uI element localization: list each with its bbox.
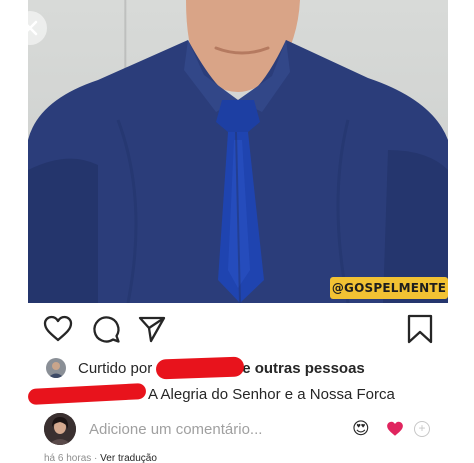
emoji-heart-eyes-button[interactable]: 😍 [352,419,370,439]
likes-prefix: Curtido por [78,359,153,377]
redaction-mark [155,356,245,380]
bookmark-icon [407,314,433,344]
heart-filled-icon [387,421,403,436]
translate-link[interactable]: Ver tradução [100,453,157,463]
post-meta: há 6 horas · Ver tradução [44,453,157,463]
close-icon [22,20,38,36]
share-button[interactable] [136,313,168,345]
post-image: @GOSPELMENTE [28,0,448,303]
comment-composer: Adicione um comentário... 😍 + [0,413,474,447]
emoji-red-heart-button[interactable] [386,419,404,443]
likes-suffix[interactable]: e outras pessoas [242,360,365,377]
watermark-label: @GOSPELMENTE [330,277,448,299]
save-button[interactable] [404,313,436,345]
liker-avatar [46,358,66,378]
comment-button[interactable] [90,313,122,345]
likes-summary[interactable]: Curtido por e outras pessoas [46,355,365,381]
paper-plane-icon [138,316,166,343]
comment-bubble-icon [93,316,120,343]
like-button[interactable] [42,313,74,345]
heart-outline-icon [43,315,73,342]
add-emoji-button[interactable]: + [414,421,430,437]
caption-text: A Alegria do Senhor e a Nossa Forca [148,385,395,403]
meta-separator: · [94,453,98,463]
person-illustration [28,0,448,303]
post-time: há 6 horas [44,453,92,463]
post-caption: A Alegria do Senhor e a Nossa Forca [27,382,395,406]
user-avatar [44,413,76,445]
action-bar [0,313,474,345]
close-button[interactable] [13,11,47,45]
redaction-mark [27,382,147,406]
plus-circle-icon: + [418,421,426,435]
comment-input[interactable]: Adicione um comentário... [89,421,262,438]
